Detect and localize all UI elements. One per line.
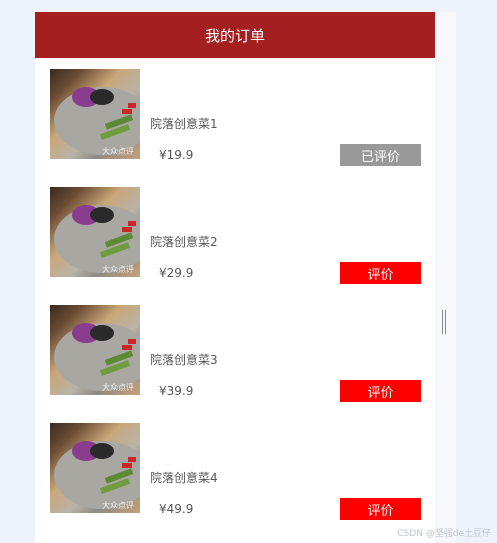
dish-name: 院落创意菜2	[150, 235, 218, 249]
rate-button[interactable]: 评价	[340, 498, 421, 520]
dish-price: ¥49.9	[159, 502, 194, 516]
page-header: 我的订单	[35, 12, 435, 58]
image-watermark: 大众点评	[102, 383, 134, 392]
orders-page: 我的订单 大众点评 院落创意菜1 ¥19.9 已评价 大众点评 院落创意菜2 ¥…	[35, 12, 435, 543]
rated-button[interactable]: 已评价	[340, 144, 421, 166]
resize-handle-icon[interactable]	[442, 310, 446, 334]
image-watermark: 大众点评	[102, 265, 134, 274]
rate-button[interactable]: 评价	[340, 262, 421, 284]
image-watermark: 大众点评	[102, 501, 134, 510]
dish-name: 院落创意菜1	[150, 117, 218, 131]
rate-button[interactable]: 评价	[340, 380, 421, 402]
order-item: 大众点评 院落创意菜2 ¥29.9 评价	[35, 187, 435, 287]
dish-price: ¥29.9	[159, 266, 194, 280]
dish-image: 大众点评	[50, 305, 140, 395]
dish-image: 大众点评	[50, 69, 140, 159]
app-viewport: 我的订单 大众点评 院落创意菜1 ¥19.9 已评价 大众点评 院落创意菜2 ¥…	[0, 0, 497, 543]
image-watermark: 大众点评	[102, 147, 134, 156]
footer-credit: CSDN @坚强de土豆仔	[397, 529, 491, 539]
dish-image: 大众点评	[50, 187, 140, 277]
page-title: 我的订单	[204, 26, 265, 45]
dish-image: 大众点评	[50, 423, 140, 513]
order-item: 大众点评 院落创意菜4 ¥49.9 评价	[35, 423, 435, 523]
dish-name: 院落创意菜4	[150, 471, 218, 485]
dish-name: 院落创意菜3	[150, 353, 218, 367]
dish-price: ¥39.9	[159, 384, 194, 398]
order-item: 大众点评 院落创意菜3 ¥39.9 评价	[35, 305, 435, 405]
right-gutter	[435, 12, 456, 543]
dish-price: ¥19.9	[159, 148, 194, 162]
order-item: 大众点评 院落创意菜1 ¥19.9 已评价	[35, 69, 435, 169]
